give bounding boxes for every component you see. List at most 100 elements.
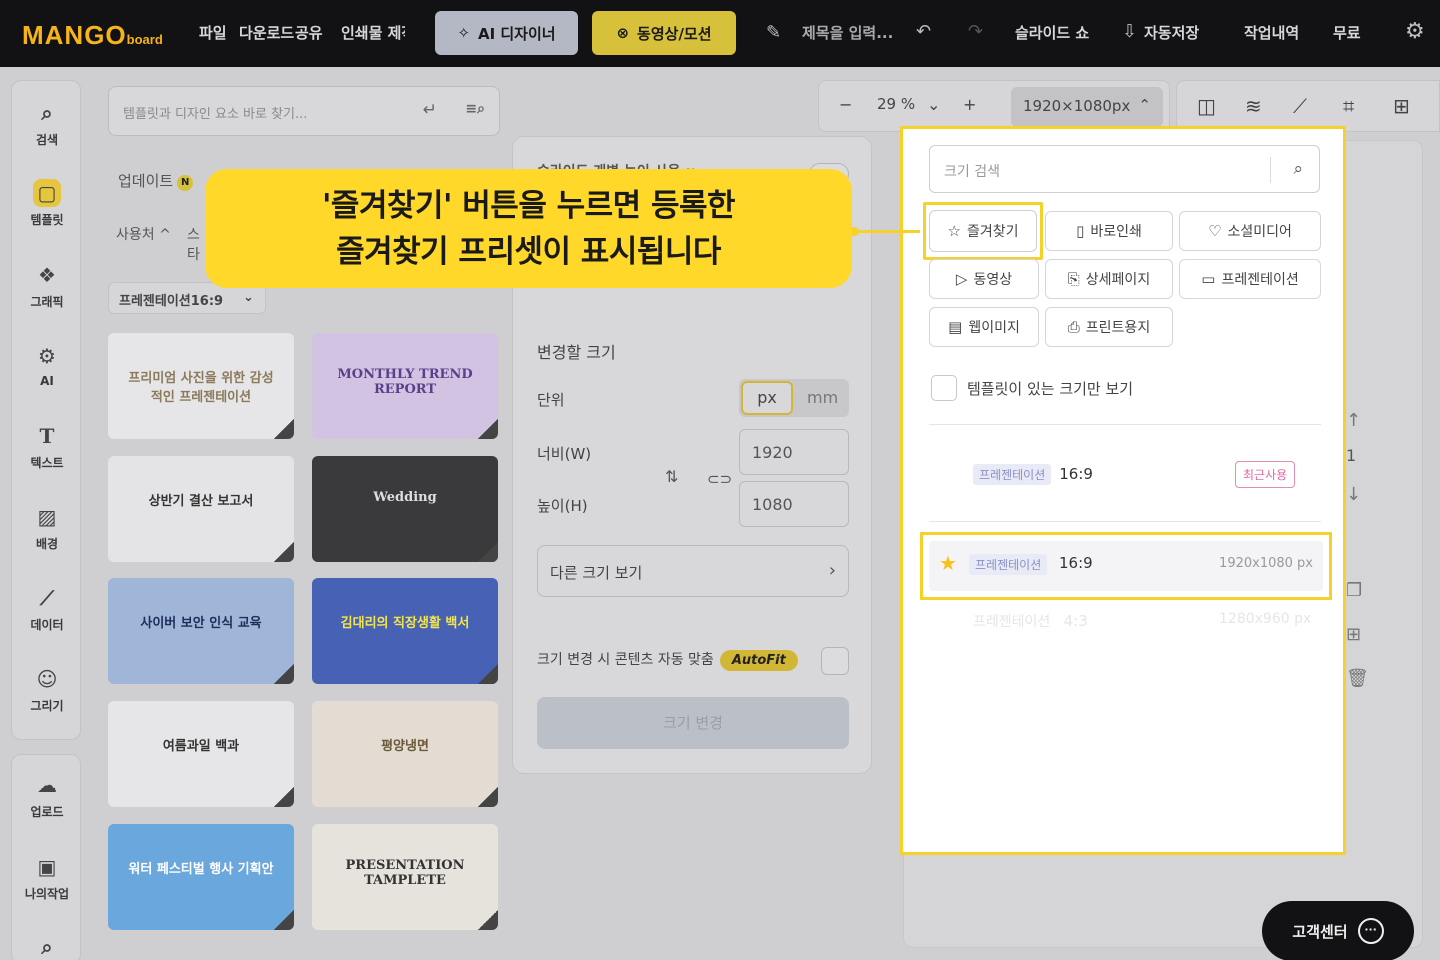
template-thumbnail-title: Wedding [373,490,437,505]
ruler-icon[interactable]: ⟋ [1293,94,1307,118]
menu-share[interactable]: 공유 [295,22,323,43]
template-thumbnail-title: 워터 페스티벌 행사 기획안 [128,862,274,877]
sidebar-item-data[interactable]: ⟋ 데이터 [12,584,82,633]
search-icon[interactable]: ⌕ [1293,159,1303,179]
crop-icon[interactable]: ⌗ [1343,94,1354,118]
ai-designer-button[interactable]: ✧ AI 디자이너 [435,11,578,55]
zoom-out-icon[interactable]: − [839,95,852,114]
page-fold-icon [478,787,498,807]
copy-page-icon[interactable]: ❐ [1346,580,1362,601]
template-thumbnail[interactable]: 워터 페스티벌 행사 기획안 [108,824,294,930]
link-ratio-icon[interactable]: ⊂⊃ [707,470,732,488]
height-input[interactable]: 1080 [739,481,849,527]
template-thumbnail[interactable]: Wedding [312,456,498,562]
template-thumbnail[interactable]: 사이버 보안 인식 교육 [108,578,294,684]
chip-detail-page[interactable]: ⎘ 상세페이지 [1045,259,1173,299]
more-icon: ⌕ [41,935,53,959]
autosave-button[interactable]: 자동저장 [1144,22,1199,43]
edit-title-icon: ✎ [766,22,782,43]
template-thumbnail[interactable]: PRESENTATION TAMPLETE [312,824,498,930]
menu-print[interactable]: 인쇄물 제작 [341,22,405,43]
zoom-in-icon[interactable]: + [963,95,976,114]
chip-print-paper[interactable]: ⎙ 프린트용지 [1045,307,1173,347]
customer-center-button[interactable]: 고객센터 ··· [1262,901,1414,960]
swap-icon[interactable]: ⇅ [665,467,683,486]
chip-presentation[interactable]: ▭ 프레젠테이션 [1179,259,1321,299]
enter-icon[interactable]: ↵ [423,100,437,120]
sidebar-item-my-work[interactable]: ▣ 나의작업 [12,853,82,902]
callout-connector [852,230,920,233]
menu-download[interactable]: 다운로드 [239,22,294,43]
top-bar: MANGOboard 파일 다운로드 공유 인쇄물 제작 ✧ AI 디자이너 ⊗… [0,0,1440,67]
settings-gear-icon[interactable]: ⚙ [1405,19,1425,44]
sticker-icon[interactable]: ◫ [1197,94,1216,118]
style-dropdown[interactable]: 스타 [187,224,205,264]
logo[interactable]: MANGOboard [22,20,163,51]
redo-icon[interactable]: ↷ [968,21,983,42]
sidebar-item-background[interactable]: ▨ 배경 [12,503,82,552]
other-size-button[interactable]: 다른 크기 보기 › [537,545,849,597]
unit-label: 단위 [537,391,565,409]
template-thumbnail[interactable]: 상반기 결산 보고서 [108,456,294,562]
width-input[interactable]: 1920 [739,429,849,475]
menu-file[interactable]: 파일 [199,22,227,43]
chip-favorites[interactable]: ☆ 즐겨찾기 [929,210,1037,252]
change-size-button[interactable]: 크기 변경 [537,697,849,749]
title-input[interactable]: 제목을 입력... [802,22,893,43]
autofit-checkbox[interactable] [821,647,849,675]
sidebar-item-ai[interactable]: ⚙ AI [12,342,82,388]
template-search-input[interactable]: 템플릿과 디자인 요소 바로 찾기... [123,103,307,122]
social-icon: ♡ [1208,222,1222,240]
add-page-icon[interactable]: ⊞ [1346,624,1361,645]
chart-icon: ⟋ [40,586,54,610]
delete-icon[interactable]: 🗑 [1346,668,1369,689]
sidebar-item-text[interactable]: T 텍스트 [12,422,82,471]
unit-mm-button[interactable]: mm [807,388,838,407]
sidebar-item-more[interactable]: ⌕ [12,933,82,960]
template-thumbnail[interactable]: 프리미엄 사진을 위한 감성적인 프레젠테이션 [108,333,294,439]
chip-social-media[interactable]: ♡ 소셜미디어 [1179,211,1321,251]
undo-icon[interactable]: ↶ [916,21,931,42]
sidebar-item-template[interactable]: ▢ 템플릿 [12,179,82,228]
filter-search-icon[interactable]: ≡⌕ [465,101,485,117]
template-thumbnail[interactable]: MONTHLY TREND REPORT [312,333,498,439]
history-button[interactable]: 작업내역 [1244,22,1299,43]
slideshow-button[interactable]: 슬라이드 쇼 [1015,22,1089,43]
star-filled-icon[interactable]: ★ [939,551,957,575]
canvas-size-button[interactable]: 1920×1080px ⌃ [1011,87,1163,127]
page-number: 1 [1346,446,1357,465]
sidebar-item-search[interactable]: ⌕ 검색 [12,99,82,148]
page-fold-icon [478,910,498,930]
template-thumbnail-title: 상반기 결산 보고서 [148,494,254,509]
template-thumbnail[interactable]: 여름과일 백과 [108,701,294,807]
template-thumbnail-title: 사이버 보안 인식 교육 [140,616,262,631]
sidebar-item-upload[interactable]: ☁ 업로드 [12,771,82,820]
sort-dropdown[interactable]: 사용처 ^ [116,224,171,244]
chip-web-image[interactable]: ▤ 웹이미지 [929,307,1039,347]
plan-button[interactable]: 무료 [1333,22,1361,43]
template-only-checkbox[interactable] [931,375,957,401]
zoom-level[interactable]: 29 % [877,95,915,113]
detail-page-icon: ⎘ [1067,270,1080,288]
size-search[interactable]: 크기 검색 ⌕ [929,145,1320,193]
sidebar-item-draw[interactable]: ☺ 그리기 [12,665,82,714]
size-search-input[interactable]: 크기 검색 [944,161,1000,181]
arrow-down-icon[interactable]: ↓ [1346,484,1361,505]
grid-icon[interactable]: ⊞ [1393,94,1410,118]
template-thumbnail[interactable]: 김대리의 직장생활 백서 [312,578,498,684]
template-search[interactable]: 템플릿과 디자인 요소 바로 찾기... ↵ ≡⌕ [108,86,500,136]
chip-video[interactable]: ▷ 동영상 [929,259,1039,299]
arrow-up-icon[interactable]: ↑ [1346,410,1361,431]
chip-direct-print[interactable]: ▯ 바로인쇄 [1045,211,1173,251]
page-fold-icon [274,664,294,684]
layers-icon[interactable]: ≋ [1245,94,1262,118]
tutorial-callout: '즐겨찾기' 버튼을 누르면 등록한 즐겨찾기 프리셋이 표시됩니다 [205,169,852,288]
video-motion-button[interactable]: ⊗ 동영상/모션 [592,11,736,55]
update-tab[interactable]: 업데이트 N [118,170,194,191]
unit-px-button[interactable]: px [741,381,793,415]
template-thumbnail[interactable]: 평양냉면 [312,701,498,807]
favorite-preset-row[interactable]: ★ 프레젠테이션 16:9 1920x1080 px [920,532,1332,600]
recent-preset-row[interactable]: 프레젠테이션 16:9 [973,464,1093,485]
sidebar-item-graphic[interactable]: ❖ 그래픽 [12,261,82,310]
zoom-dropdown-icon[interactable]: ⌄ [927,95,940,114]
